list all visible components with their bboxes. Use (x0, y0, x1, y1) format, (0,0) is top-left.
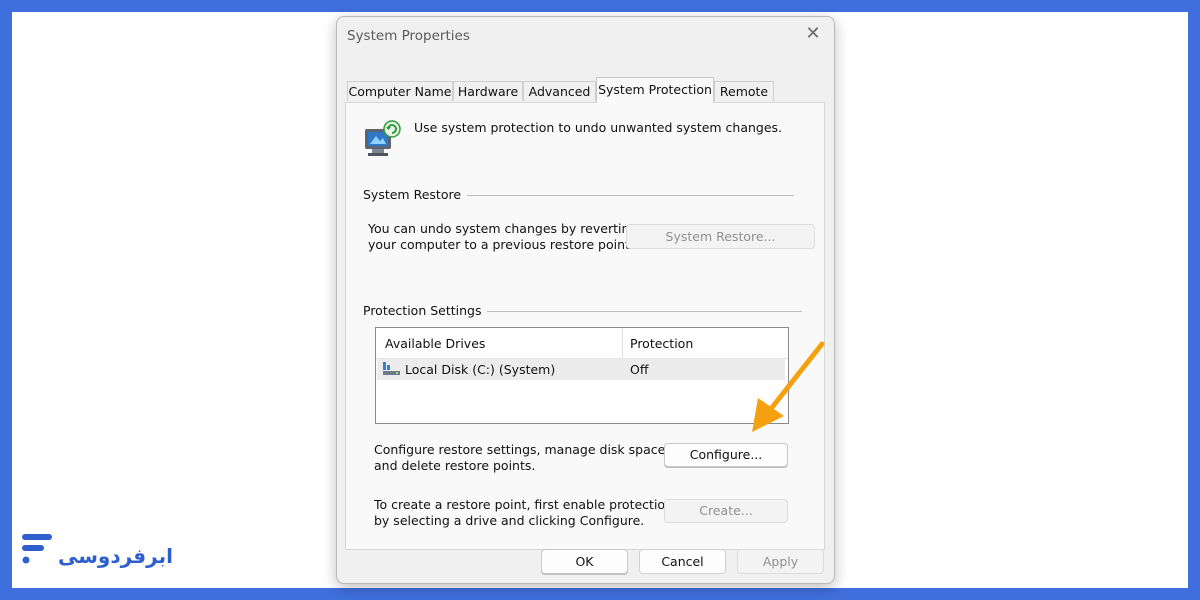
tab-computer-name[interactable]: Computer Name (347, 81, 453, 101)
drive-protection-status: Off (630, 362, 649, 377)
table-row[interactable]: Local Disk (C:) (System) Off (377, 359, 785, 380)
header-text: Use system protection to undo unwanted s… (414, 120, 783, 135)
system-restore-group-label: System Restore (363, 187, 468, 202)
system-protection-panel: Use system protection to undo unwanted s… (345, 102, 825, 550)
brand-name: ابرفردوسی (58, 544, 173, 568)
column-protection[interactable]: Protection (630, 336, 693, 351)
create-description-line1: To create a restore point, first enable … (374, 497, 673, 512)
close-icon[interactable]: ✕ (802, 23, 824, 45)
cancel-button[interactable]: Cancel (639, 549, 726, 574)
ok-button[interactable]: OK (541, 549, 628, 574)
window-title: System Properties (347, 28, 470, 44)
title-bar: System Properties ✕ (337, 17, 834, 55)
configure-description-line1: Configure restore settings, manage disk … (374, 442, 670, 457)
tab-advanced[interactable]: Advanced (523, 81, 596, 101)
system-protection-icon (365, 120, 401, 156)
annotation-arrow-icon (752, 341, 825, 432)
brand-logo-icon (22, 534, 52, 564)
create-description-line2: by selecting a drive and clicking Config… (374, 513, 645, 528)
tab-system-protection[interactable]: System Protection (596, 77, 714, 103)
system-restore-button[interactable]: System Restore... (626, 224, 815, 249)
tab-strip: Computer Name Hardware Advanced System P… (347, 77, 823, 103)
system-properties-dialog: System Properties ✕ Computer Name Hardwa… (336, 16, 835, 584)
configure-description-line2: and delete restore points. (374, 458, 536, 473)
create-button[interactable]: Create... (664, 499, 788, 523)
drive-name: Local Disk (C:) (System) (405, 362, 556, 377)
tab-remote[interactable]: Remote (714, 81, 774, 101)
system-restore-description-line2: your computer to a previous restore poin… (368, 237, 634, 252)
system-restore-description-line1: You can undo system changes by reverting (368, 221, 638, 236)
drives-list-header: Available Drives Protection (376, 328, 788, 359)
column-available-drives[interactable]: Available Drives (385, 336, 485, 351)
column-divider (622, 328, 623, 358)
drive-icon (383, 362, 400, 375)
protection-settings-group-label: Protection Settings (363, 303, 488, 318)
drives-list[interactable]: Available Drives Protection Local Disk (… (375, 327, 789, 424)
apply-button[interactable]: Apply (737, 549, 824, 574)
tab-hardware[interactable]: Hardware (453, 81, 523, 101)
configure-button[interactable]: Configure... (664, 443, 788, 467)
